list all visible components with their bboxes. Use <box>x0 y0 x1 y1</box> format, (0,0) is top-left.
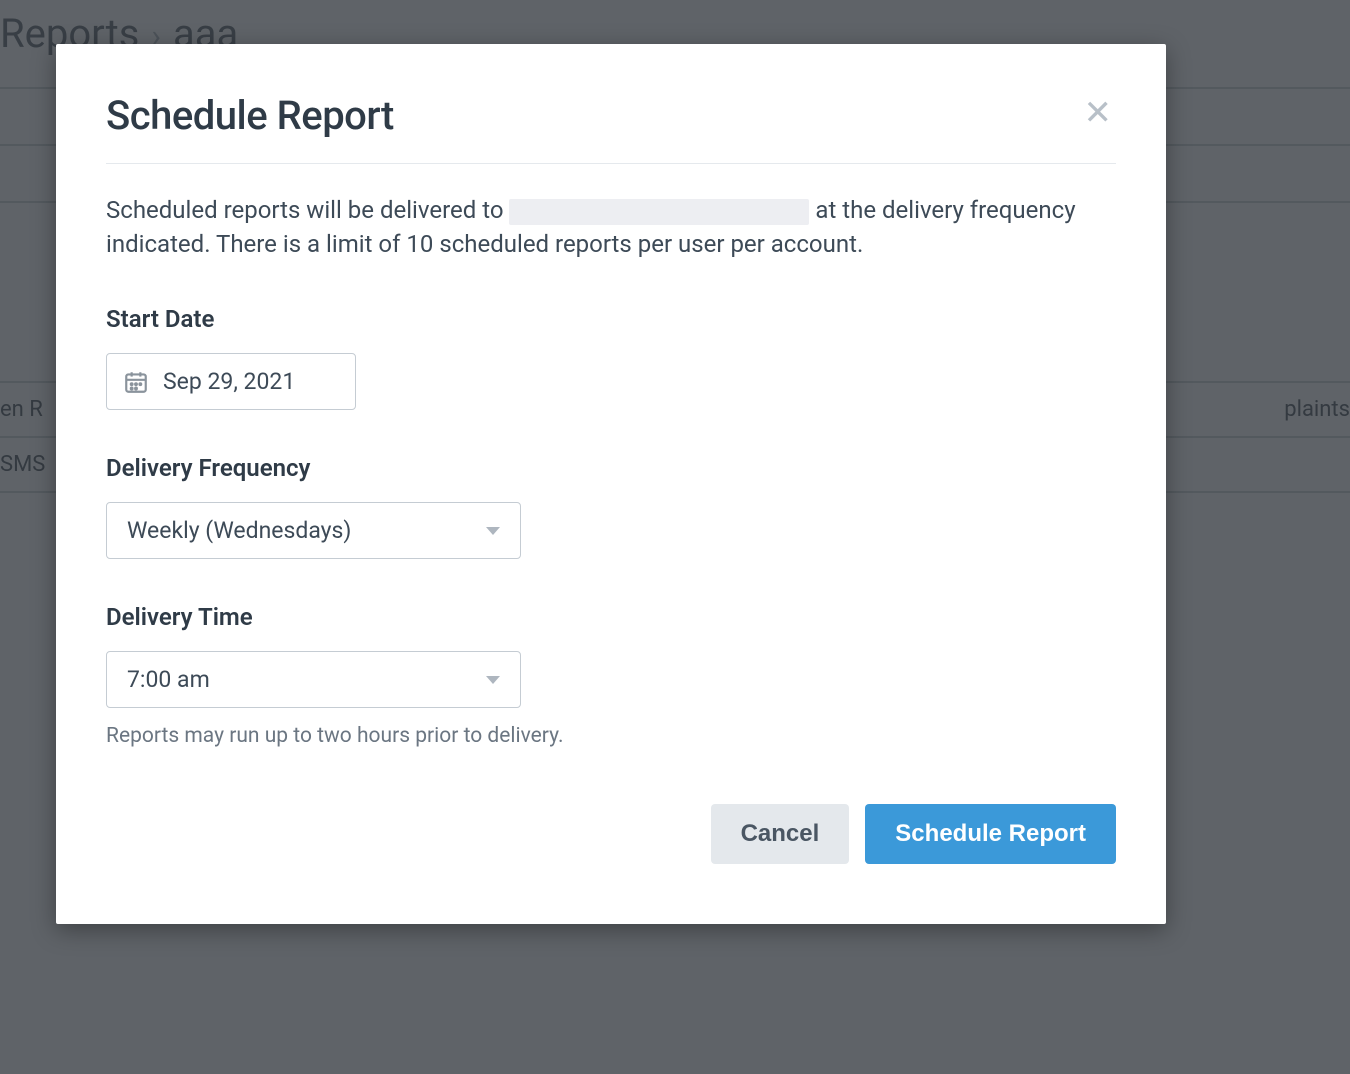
close-icon[interactable]: ✕ <box>1080 92 1117 134</box>
modal-header: Schedule Report ✕ <box>106 92 1116 139</box>
start-date-value: Sep 29, 2021 <box>163 368 295 395</box>
modal-footer: Cancel Schedule Report <box>106 804 1116 864</box>
start-date-field: Start Date Sep 29, 2021 <box>106 305 1116 410</box>
delivery-frequency-select[interactable]: Weekly (Wednesdays) <box>106 502 521 559</box>
delivery-time-value: 7:00 am <box>127 666 210 693</box>
chevron-down-icon <box>486 676 500 684</box>
chevron-down-icon <box>486 527 500 535</box>
delivery-time-field: Delivery Time 7:00 am Reports may run up… <box>106 603 1116 748</box>
delivery-time-label: Delivery Time <box>106 603 1116 631</box>
delivery-frequency-field: Delivery Frequency Weekly (Wednesdays) <box>106 454 1116 559</box>
modal-title: Schedule Report <box>106 92 394 139</box>
start-date-input[interactable]: Sep 29, 2021 <box>106 353 356 410</box>
cancel-button[interactable]: Cancel <box>711 804 850 864</box>
delivery-frequency-label: Delivery Frequency <box>106 454 1116 482</box>
redacted-email <box>509 199 809 225</box>
modal-description: Scheduled reports will be delivered to a… <box>106 194 1116 261</box>
delivery-time-select[interactable]: 7:00 am <box>106 651 521 708</box>
delivery-frequency-value: Weekly (Wednesdays) <box>127 517 351 544</box>
schedule-report-modal: Schedule Report ✕ Scheduled reports will… <box>56 44 1166 924</box>
schedule-report-button[interactable]: Schedule Report <box>865 804 1116 864</box>
description-pre: Scheduled reports will be delivered to <box>106 196 509 224</box>
divider <box>106 163 1116 164</box>
calendar-icon <box>123 369 149 395</box>
start-date-label: Start Date <box>106 305 1116 333</box>
delivery-time-help: Reports may run up to two hours prior to… <box>106 724 1116 748</box>
